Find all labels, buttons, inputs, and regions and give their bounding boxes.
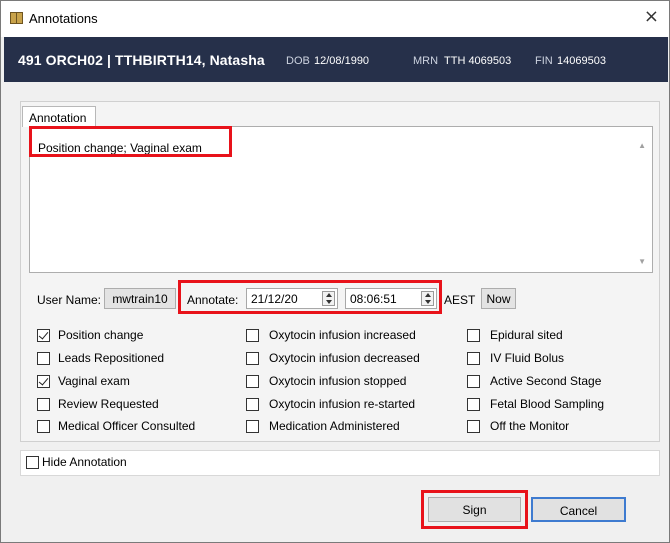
annotate-label: Annotate: [187,293,239,307]
scroll-down-icon[interactable]: ▼ [638,257,646,266]
checkbox-label: Review Requested [58,397,159,411]
now-button[interactable]: Now [481,288,516,309]
checkbox-label: Position change [58,328,144,342]
checkbox-oxytocin-stopped[interactable] [246,375,259,388]
time-spin-icon[interactable] [421,291,434,306]
checkbox-oxytocin-increased[interactable] [246,329,259,342]
fin-label: FIN [535,55,553,67]
book-icon [10,12,23,24]
checkbox-off-the-monitor[interactable] [467,420,480,433]
patient-banner: 491 ORCH02 | TTHBIRTH14, Natasha DOB 12/… [4,37,668,82]
checkbox-label: Medical Officer Consulted [58,419,196,433]
timezone-label: AEST [444,293,476,307]
checkbox-iv-fluid-bolus[interactable] [467,352,480,365]
checkbox-oxytocin-decreased[interactable] [246,352,259,365]
checkbox-vaginal-exam[interactable] [37,375,50,388]
checkbox-review-requested[interactable] [37,398,50,411]
cancel-button[interactable]: Cancel [531,497,626,522]
checkbox-leads-repositioned[interactable] [37,352,50,365]
checkbox-active-second-stage[interactable] [467,375,480,388]
scroll-up-icon[interactable]: ▲ [638,141,646,150]
title-bar: Annotations × [1,1,669,37]
checkbox-label: Active Second Stage [490,374,602,388]
checkbox-fetal-blood-sampling[interactable] [467,398,480,411]
sign-button[interactable]: Sign [428,497,521,522]
checkbox-epidural-sited[interactable] [467,329,480,342]
user-name-field: mwtrain10 [104,288,176,309]
patient-name: 491 ORCH02 | TTHBIRTH14, Natasha [18,52,265,68]
checkbox-label: Epidural sited [490,328,563,342]
checkbox-label: Vaginal exam [58,374,130,388]
dob-label: DOB [286,55,310,67]
tab-annotation[interactable]: Annotation [22,106,96,127]
checkbox-label: Medication Administered [269,419,400,433]
fin-value: 14069503 [557,55,606,67]
checkbox-hide-annotation[interactable] [26,456,39,469]
window-title: Annotations [29,11,98,26]
highlight-annotation-text [29,126,232,157]
checkbox-label: Oxytocin infusion decreased [269,351,420,365]
checkbox-label: Leads Repositioned [58,351,165,365]
checkbox-medical-officer-consulted[interactable] [37,420,50,433]
checkbox-label: IV Fluid Bolus [490,351,565,365]
dob-value: 12/08/1990 [314,55,370,67]
checkbox-label: Fetal Blood Sampling [490,397,605,411]
hide-annotation-label: Hide Annotation [42,455,127,469]
checkbox-medication-administered[interactable] [246,420,259,433]
close-icon[interactable]: × [644,7,659,27]
checkbox-label: Off the Monitor [490,419,570,433]
checkbox-label: Oxytocin infusion stopped [269,374,407,388]
mrn-value: TTH 4069503 [444,55,512,67]
checkbox-label: Oxytocin infusion re-started [269,397,416,411]
user-name-label: User Name: [37,293,102,307]
checkbox-position-change[interactable] [37,329,50,342]
checkbox-oxytocin-restarted[interactable] [246,398,259,411]
mrn-label: MRN [413,55,439,67]
checkbox-label: Oxytocin infusion increased [269,328,416,342]
date-spin-icon[interactable] [322,291,335,306]
